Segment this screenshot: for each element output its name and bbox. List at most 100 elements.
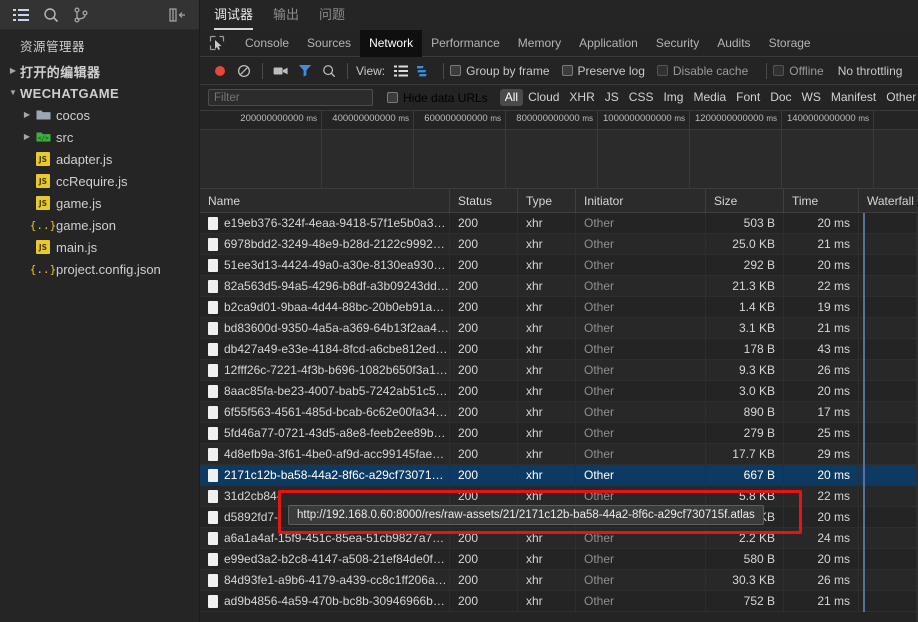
search-icon[interactable] (36, 2, 66, 28)
hide-data-urls-checkbox[interactable]: Hide data URLs (387, 91, 488, 105)
column-header-status[interactable]: Status (450, 189, 518, 213)
table-row[interactable]: 2171c12b-ba58-44a2-8f6c-a29cf730715… 200 x… (200, 464, 918, 486)
tab-problems[interactable]: 问题 (319, 4, 345, 30)
tab-debugger[interactable]: 调试器 (214, 4, 254, 30)
tab-network[interactable]: Network (360, 29, 423, 57)
cell-name: e99ed3a2-b2c8-4147-a508-21ef84de0f4… (200, 548, 450, 570)
table-row[interactable]: 31d2cb84- 200 xhr Other 5.8 KB 22 ms (200, 485, 918, 507)
cell-waterfall (859, 296, 918, 318)
table-row[interactable]: b2ca9d01-9baa-4d44-88bc-20b0eb91ac… 200 xh… (200, 296, 918, 318)
tree-section-wechatgame[interactable]: WECHATGAME (0, 82, 199, 104)
preserve-log-label: Preserve log (577, 63, 645, 78)
tree-item-cocos[interactable]: cocos (0, 104, 199, 126)
table-row[interactable]: 84d93fe1-a9b6-4179-a439-cc8c1ff206aa… 200… (200, 569, 918, 591)
filter-type-all[interactable]: All (499, 89, 524, 106)
disable-cache-checkbox[interactable]: Disable cache (656, 64, 748, 78)
tree-item-label: main.js (56, 239, 98, 255)
waterfall-bar (863, 443, 865, 465)
cell-name: 6f55f563-4561-485d-bcab-6c62e00fa34… (200, 401, 450, 423)
waterfall-view-icon[interactable] (413, 60, 437, 82)
table-row[interactable]: 51ee3d13-4424-49a0-a30e-8130ea9308… 200 xh… (200, 254, 918, 276)
table-row[interactable]: a6a1a4af-15f9-451c-85ea-51cb9827a7b… 200 x… (200, 527, 918, 549)
column-header-time[interactable]: Time (784, 189, 859, 213)
filter-type-manifest[interactable]: Manifest (826, 89, 881, 106)
column-header-initiator[interactable]: Initiator (576, 189, 706, 213)
cell-status: 200 (450, 275, 518, 297)
tree-item-src[interactable]: </> src (0, 126, 199, 148)
column-header-name[interactable]: Name (200, 189, 450, 213)
group-by-frame-checkbox[interactable]: Group by frame (450, 64, 550, 78)
column-header-type[interactable]: Type (518, 189, 576, 213)
filter-type-ws[interactable]: WS (797, 89, 826, 106)
clear-icon[interactable] (232, 60, 256, 82)
collapse-panel-icon[interactable] (163, 2, 193, 28)
tree-item-adapter-js[interactable]: JS adapter.js (0, 148, 199, 170)
filter-type-font[interactable]: Font (731, 89, 765, 106)
table-row[interactable]: 4d8efb9a-3f61-4be0-af9d-acc99145fae2… 200… (200, 443, 918, 465)
table-row[interactable]: 12fff26c-7221-4f3b-b696-1082b650f3a1… 200… (200, 359, 918, 381)
column-header-size[interactable]: Size (706, 189, 784, 213)
cell-initiator: Other (576, 380, 706, 402)
filter-type-img[interactable]: Img (658, 89, 688, 106)
record-icon[interactable] (208, 60, 232, 82)
filter-input[interactable] (208, 89, 373, 106)
tab-output[interactable]: 输出 (273, 4, 299, 30)
filter-type-doc[interactable]: Doc (765, 89, 796, 106)
table-row[interactable]: ad9b4856-4a59-470b-bc8b-30946966bc… 200 xh… (200, 590, 918, 612)
tab-memory[interactable]: Memory (509, 30, 570, 57)
filter-type-media[interactable]: Media (688, 89, 731, 106)
tab-performance[interactable]: Performance (422, 30, 509, 57)
table-row[interactable]: 6978bdd2-3249-48e9-b28d-2122c99928… 200 xh… (200, 233, 918, 255)
filter-type-other[interactable]: Other (881, 89, 918, 106)
tab-audits[interactable]: Audits (708, 30, 759, 57)
tree-item-main-js[interactable]: JS main.js (0, 236, 199, 258)
camera-icon[interactable] (269, 60, 293, 82)
offline-checkbox[interactable]: Offline (773, 64, 824, 78)
search-icon[interactable] (317, 60, 341, 82)
tab-storage[interactable]: Storage (760, 30, 820, 57)
waterfall-bar (863, 359, 865, 381)
cell-time: 22 ms (784, 275, 859, 297)
filter-type-css[interactable]: CSS (624, 89, 659, 106)
cell-time: 20 ms (784, 464, 859, 486)
table-row[interactable]: 5fd46a77-0721-43d5-a8e8-feeb2ee89b… 200 xh… (200, 422, 918, 444)
tab-console[interactable]: Console (236, 30, 298, 57)
chevron-right-icon (6, 67, 20, 75)
preserve-log-checkbox[interactable]: Preserve log (561, 63, 645, 78)
filter-type-xhr[interactable]: XHR (564, 89, 599, 106)
cell-waterfall (859, 527, 918, 549)
table-row[interactable]: e19eb376-324f-4eaa-9418-57f1e5b0a35… 200 x… (200, 212, 918, 234)
throttling-select[interactable]: No throttling (838, 64, 903, 78)
cell-initiator: Other (576, 338, 706, 360)
tree-item-game-json[interactable]: {..} game.json (0, 214, 199, 236)
cell-type: xhr (518, 464, 576, 486)
request-file-icon (208, 594, 218, 608)
network-timeline-overview[interactable]: 200000000000 ms 400000000000 ms 6000000000… (200, 111, 918, 189)
tab-application[interactable]: Application (570, 30, 647, 57)
tab-sources[interactable]: Sources (298, 30, 360, 57)
cell-name: 2171c12b-ba58-44a2-8f6c-a29cf730715… (200, 464, 450, 486)
filter-type-cloud[interactable]: Cloud (523, 89, 564, 106)
table-row[interactable]: e99ed3a2-b2c8-4147-a508-21ef84de0f4… 200 x… (200, 548, 918, 570)
tree-item-project-config-json[interactable]: {..} project.config.json (0, 258, 199, 280)
tree-item-ccrequire-js[interactable]: JS ccRequire.js (0, 170, 199, 192)
tab-security[interactable]: Security (647, 30, 708, 57)
tree-section-open-editors[interactable]: 打开的编辑器 (0, 60, 199, 82)
inspect-element-icon[interactable] (204, 32, 230, 54)
table-row[interactable]: 6f55f563-4561-485d-bcab-6c62e00fa34… 200 x… (200, 401, 918, 423)
request-name: 5fd46a77-0721-43d5-a8e8-feeb2ee89b… (224, 426, 446, 440)
table-row[interactable]: bd83600d-9350-4a5a-a369-64b13f2aa4… 200 xh… (200, 317, 918, 339)
list-view-icon[interactable] (389, 60, 413, 82)
column-header-waterfall[interactable]: Waterfall (859, 189, 918, 213)
filter-type-js[interactable]: JS (600, 89, 624, 106)
source-control-icon[interactable] (66, 2, 96, 28)
table-row[interactable]: 8aac85fa-be23-4007-bab5-7242ab51c5… 200 xh… (200, 380, 918, 402)
tree-item-game-js[interactable]: JS game.js (0, 192, 199, 214)
cell-name: e19eb376-324f-4eaa-9418-57f1e5b0a35… (200, 212, 450, 234)
cell-size: 292 B (706, 254, 784, 276)
filter-icon[interactable] (293, 60, 317, 82)
table-row[interactable]: db427a49-e33e-4184-8fcd-a6cbe812ed… 200 xh… (200, 338, 918, 360)
explorer-icon[interactable] (6, 2, 36, 28)
table-row[interactable]: 82a563d5-94a5-4296-b8df-a3b09243dd… 200 xh… (200, 275, 918, 297)
cell-initiator: Other (576, 569, 706, 591)
